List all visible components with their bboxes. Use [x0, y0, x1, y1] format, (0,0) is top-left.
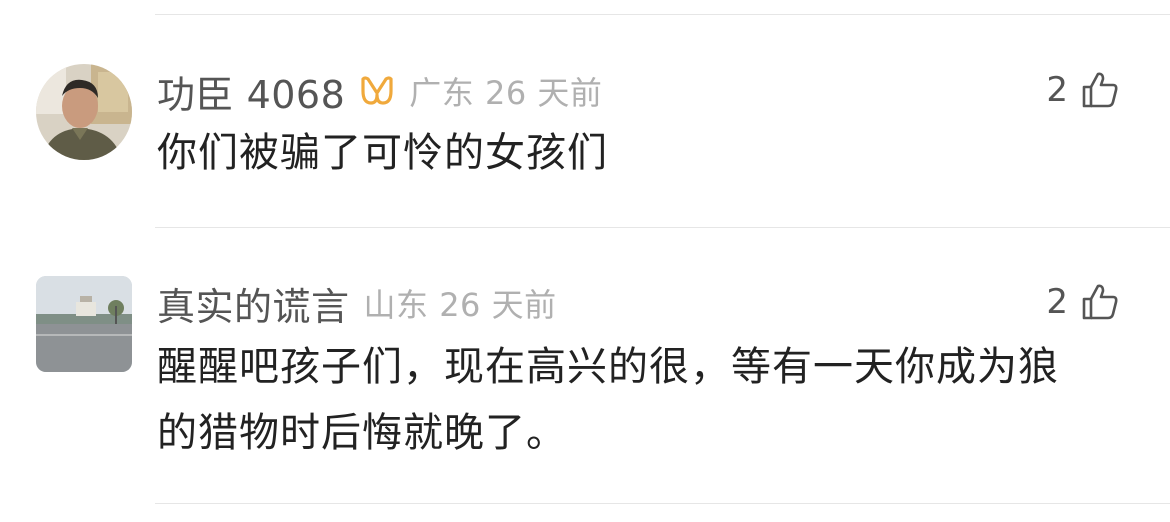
comment-text: 你们被骗了可怜的女孩们 — [157, 130, 608, 176]
like-button[interactable]: 2 — [1046, 66, 1120, 114]
thumbs-up-icon[interactable] — [1080, 282, 1120, 322]
avatar[interactable] — [36, 276, 132, 372]
thumbs-up-icon[interactable] — [1080, 70, 1120, 110]
comment-header: 真实的谎言 山东 26 天前 — [157, 280, 557, 329]
avatar[interactable] — [36, 64, 132, 160]
location-time: 山东 26 天前 — [363, 286, 557, 324]
like-count: 2 — [1046, 282, 1068, 322]
bottom-divider — [155, 503, 1170, 504]
top-divider — [155, 14, 1170, 15]
like-button[interactable]: 2 — [1046, 278, 1120, 326]
comment-divider — [155, 227, 1170, 228]
avatar-photo-icon — [36, 64, 132, 160]
username[interactable]: 功臣 4068 — [157, 64, 345, 119]
vip-badge-icon[interactable] — [359, 73, 395, 109]
location-time: 广东 26 天前 — [409, 74, 603, 112]
comment-text: 醒醒吧孩子们，现在高兴的很，等有一天你成为狼的猎物时后悔就晚了。 — [157, 344, 1059, 456]
username[interactable]: 真实的谎言 — [157, 276, 350, 331]
avatar-photo-icon — [36, 276, 132, 372]
like-count: 2 — [1046, 70, 1068, 110]
comment-header: 功臣 4068 广东 26 天前 — [157, 68, 603, 117]
